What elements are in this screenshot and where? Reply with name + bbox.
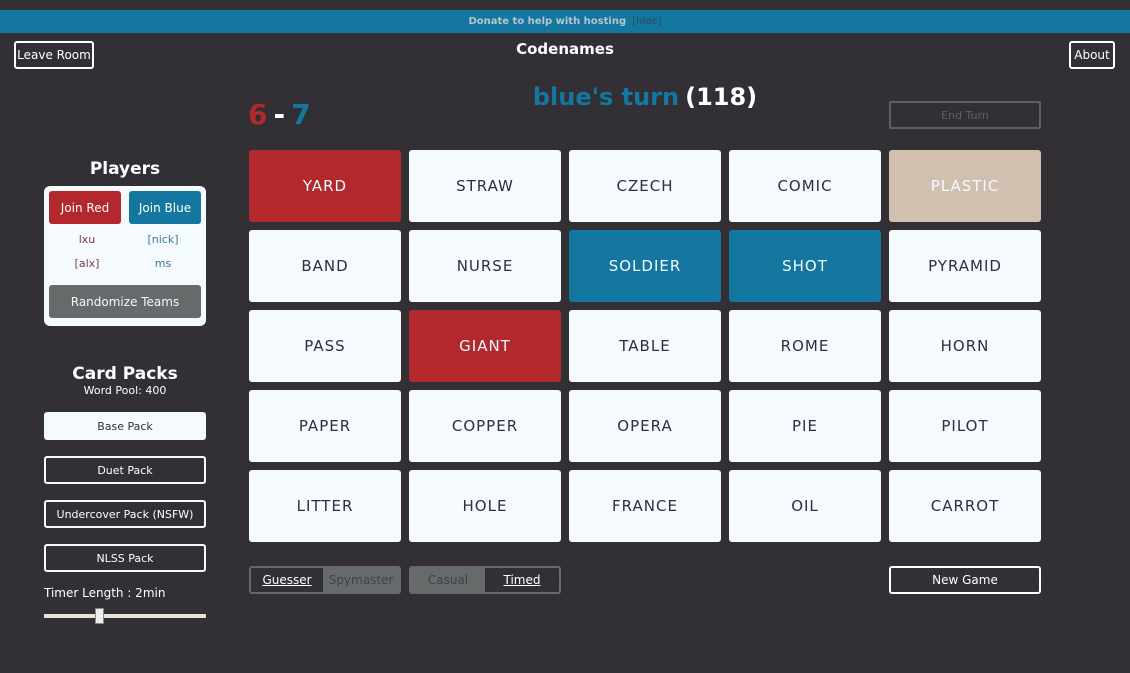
guesser-option[interactable]: Guesser bbox=[251, 568, 323, 592]
card-yard[interactable]: YARD bbox=[249, 150, 401, 222]
top-strip bbox=[0, 0, 1130, 10]
card-nurse[interactable]: NURSE bbox=[409, 230, 561, 302]
card-soldier[interactable]: SOLDIER bbox=[569, 230, 721, 302]
players-title: Players bbox=[89, 159, 161, 179]
hide-banner-link[interactable]: [hide] bbox=[632, 16, 661, 27]
timer-length-label: Timer Length : 2min bbox=[44, 586, 166, 600]
card-carrot[interactable]: CARROT bbox=[889, 470, 1041, 542]
red-player: [alx] bbox=[74, 257, 100, 270]
card-litter[interactable]: LITTER bbox=[249, 470, 401, 542]
end-turn-button[interactable]: End Turn bbox=[889, 101, 1041, 129]
join-red-button[interactable]: Join Red bbox=[49, 191, 121, 224]
card-giant[interactable]: GIANT bbox=[409, 310, 561, 382]
mode-toggle: Casual Timed bbox=[409, 566, 561, 594]
card-band[interactable]: BAND bbox=[249, 230, 401, 302]
card-hole[interactable]: HOLE bbox=[409, 470, 561, 542]
card-oil[interactable]: OIL bbox=[729, 470, 881, 542]
pack-base-button[interactable]: Base Pack bbox=[44, 412, 206, 440]
card-opera[interactable]: OPERA bbox=[569, 390, 721, 462]
spymaster-option[interactable]: Spymaster bbox=[323, 568, 399, 592]
card-horn[interactable]: HORN bbox=[889, 310, 1041, 382]
pack-undercover-button[interactable]: Undercover Pack (NSFW) bbox=[44, 500, 206, 528]
card-straw[interactable]: STRAW bbox=[409, 150, 561, 222]
slider-track bbox=[44, 614, 206, 618]
turn-text: blue's turn bbox=[532, 83, 680, 111]
card-pass[interactable]: PASS bbox=[249, 310, 401, 382]
sidebar: Players Join Red Join Blue lxu [nick] [a… bbox=[44, 155, 206, 624]
pack-nlss-button[interactable]: NLSS Pack bbox=[44, 544, 206, 572]
donate-banner: Donate to help with hosting [hide] bbox=[0, 10, 1130, 33]
role-toggle: Guesser Spymaster bbox=[249, 566, 401, 594]
card-copper[interactable]: COPPER bbox=[409, 390, 561, 462]
card-table[interactable]: TABLE bbox=[569, 310, 721, 382]
card-comic[interactable]: COMIC bbox=[729, 150, 881, 222]
turn-timer: (118) bbox=[685, 83, 758, 111]
red-player: lxu bbox=[78, 233, 96, 246]
card-paper[interactable]: PAPER bbox=[249, 390, 401, 462]
game-board: YARD STRAW CZECH COMIC PLASTIC BAND NURSE SOLDI… bbox=[249, 150, 1041, 542]
randomize-teams-button[interactable]: Randomize Teams bbox=[49, 285, 201, 318]
card-pilot[interactable]: PILOT bbox=[889, 390, 1041, 462]
blue-player: [nick] bbox=[147, 233, 179, 246]
new-game-button[interactable]: New Game bbox=[889, 566, 1041, 594]
donate-link[interactable]: Donate to help with hosting bbox=[468, 16, 626, 27]
app-title: Codenames bbox=[516, 40, 614, 58]
card-plastic[interactable]: PLASTIC bbox=[889, 150, 1041, 222]
blue-player: ms bbox=[154, 257, 172, 270]
card-pyramid[interactable]: PYRAMID bbox=[889, 230, 1041, 302]
timer-length-slider[interactable] bbox=[44, 608, 206, 624]
join-blue-button[interactable]: Join Blue bbox=[129, 191, 201, 224]
word-pool-count: Word Pool: 400 bbox=[83, 384, 167, 397]
about-button[interactable]: About bbox=[1069, 41, 1115, 69]
card-shot[interactable]: SHOT bbox=[729, 230, 881, 302]
timed-option[interactable]: Timed bbox=[485, 568, 559, 592]
casual-option[interactable]: Casual bbox=[411, 568, 485, 592]
players-panel: Join Red Join Blue lxu [nick] [alx] ms R… bbox=[44, 186, 206, 326]
pack-duet-button[interactable]: Duet Pack bbox=[44, 456, 206, 484]
card-czech[interactable]: CZECH bbox=[569, 150, 721, 222]
slider-thumb[interactable] bbox=[95, 608, 105, 624]
card-rome[interactable]: ROME bbox=[729, 310, 881, 382]
card-france[interactable]: FRANCE bbox=[569, 470, 721, 542]
card-pie[interactable]: PIE bbox=[729, 390, 881, 462]
card-packs-title: Card Packs bbox=[72, 364, 178, 384]
